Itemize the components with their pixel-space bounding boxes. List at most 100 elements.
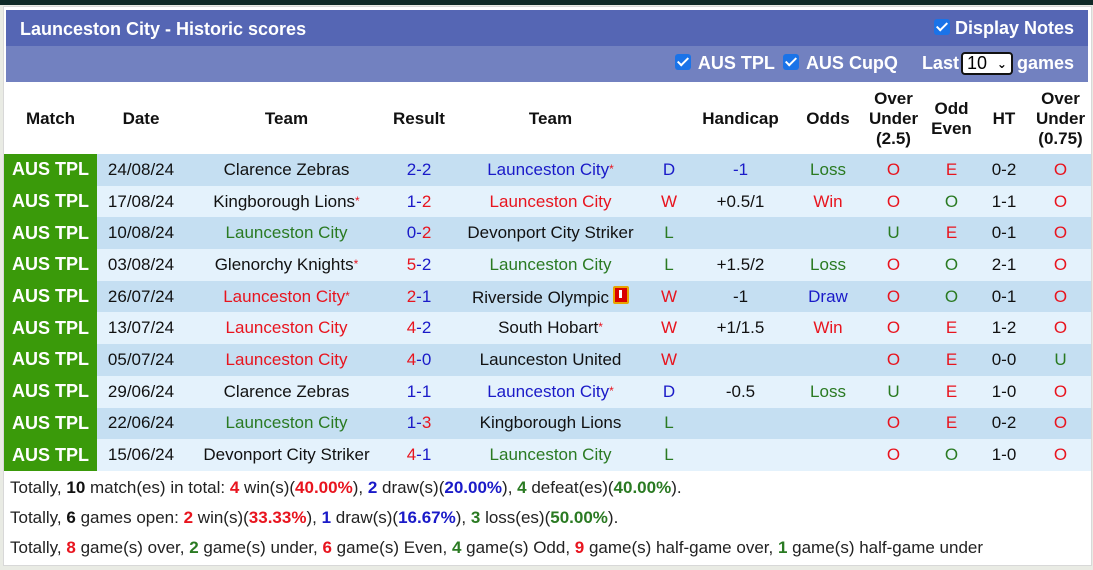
home-team-name[interactable]: Kingborough Lions xyxy=(213,192,355,211)
filter-aus-cupq-label: AUS CupQ xyxy=(805,53,898,73)
league-cell[interactable]: AUS TPL xyxy=(4,439,97,471)
table-row[interactable]: AUS TPL 05/07/24 Launceston City 4-0 Launces… xyxy=(4,344,1091,376)
odd-even-cell: O xyxy=(925,185,978,218)
away-team-cell[interactable]: South Hobart* xyxy=(450,312,651,345)
home-team-cell[interactable]: Launceston City* xyxy=(185,280,388,313)
table-row[interactable]: AUS TPL 15/06/24 Devonport City Striker 4-1… xyxy=(4,439,1091,471)
away-team-name[interactable]: South Hobart xyxy=(498,318,598,337)
display-notes-toggle[interactable]: Display Notes xyxy=(933,18,1074,39)
home-team-name[interactable]: Launceston City xyxy=(226,223,348,242)
home-team-name[interactable]: Launceston City xyxy=(226,318,348,337)
league-cell[interactable]: AUS TPL xyxy=(4,185,97,218)
home-team-name[interactable]: Launceston City xyxy=(223,287,345,306)
league-cell[interactable]: AUS TPL xyxy=(4,344,97,376)
star-icon: * xyxy=(609,161,614,176)
home-team-name[interactable]: Glenorchy Knights xyxy=(215,255,354,274)
league-cell[interactable]: AUS TPL xyxy=(4,407,97,440)
result-cell[interactable]: 5-2 xyxy=(388,249,450,281)
league-cell[interactable]: AUS TPL xyxy=(4,249,97,281)
home-team-name[interactable]: Launceston City xyxy=(226,350,348,369)
away-team-name[interactable]: Kingborough Lions xyxy=(480,413,622,432)
away-team-name[interactable]: Devonport City Striker xyxy=(467,223,633,242)
table-row[interactable]: AUS TPL 13/07/24 Launceston City 4-2 South H… xyxy=(4,312,1091,345)
filter-aus-cupq-checkbox[interactable] xyxy=(782,53,799,70)
league-cell[interactable]: AUS TPL xyxy=(4,217,97,250)
away-team-cell[interactable]: Launceston United xyxy=(450,344,651,376)
table-row[interactable]: AUS TPL 26/07/24 Launceston City* 2-1 Rivers… xyxy=(4,280,1091,313)
date-cell: 05/07/24 xyxy=(97,344,185,376)
result-cell[interactable]: 4-2 xyxy=(388,312,450,345)
win-loss-cell: D xyxy=(651,154,687,186)
home-team-cell[interactable]: Devonport City Striker xyxy=(185,439,388,471)
col-oe-line1: Odd xyxy=(934,98,969,118)
home-team-name[interactable]: Launceston City xyxy=(226,413,348,432)
win-loss-cell: W xyxy=(651,344,687,376)
odds-cell: Win xyxy=(794,312,862,345)
summary-text: game(s) over, xyxy=(75,538,190,557)
filter-aus-tpl-checkbox[interactable] xyxy=(674,53,691,70)
home-team-cell[interactable]: Clarence Zebras xyxy=(185,375,388,408)
league-cell[interactable]: AUS TPL xyxy=(4,375,97,408)
display-notes-checkbox[interactable] xyxy=(933,18,950,35)
summary-text: defeat(es)( xyxy=(526,478,614,497)
home-team-name[interactable]: Clarence Zebras xyxy=(224,382,350,401)
table-row[interactable]: AUS TPL 24/08/24 Clarence Zebras 2-2 Launces… xyxy=(4,154,1091,186)
league-cell[interactable]: AUS TPL xyxy=(4,312,97,345)
last-games-select[interactable]: 10 ⌄ xyxy=(960,52,1013,75)
over-under-25-cell: O xyxy=(862,344,925,376)
away-team-name[interactable]: Riverside Olympic xyxy=(472,288,609,307)
odd-even-cell: O xyxy=(925,280,978,313)
away-team-cell[interactable]: Launceston City xyxy=(450,439,651,471)
score-home: 1 xyxy=(406,191,417,211)
result-cell[interactable]: 2-1 xyxy=(388,280,450,313)
away-team-name[interactable]: Launceston City xyxy=(487,382,609,401)
result-cell[interactable]: 1-1 xyxy=(388,375,450,408)
away-team-name[interactable]: Launceston United xyxy=(480,350,622,369)
table-row[interactable]: AUS TPL 03/08/24 Glenorchy Knights* 5-2 Laun… xyxy=(4,249,1091,281)
home-team-name[interactable]: Clarence Zebras xyxy=(224,160,350,179)
away-team-name[interactable]: Launceston City xyxy=(490,255,612,274)
away-team-cell[interactable]: Kingborough Lions xyxy=(450,407,651,440)
summary-line: Totally, 8 game(s) over, 2 game(s) under… xyxy=(10,537,983,567)
result-cell[interactable]: 1-2 xyxy=(388,185,450,218)
table-row[interactable]: AUS TPL 17/08/24 Kingborough Lions* 1-2 Laun… xyxy=(4,185,1091,218)
odds-cell: Draw xyxy=(794,280,862,313)
away-team-cell[interactable]: Launceston City* xyxy=(450,154,651,186)
score-away: 2 xyxy=(421,223,432,243)
table-row[interactable]: AUS TPL 10/08/24 Launceston City 0-2 Devonpo… xyxy=(4,217,1091,250)
away-team-name[interactable]: Launceston City xyxy=(490,445,612,464)
table-row[interactable]: AUS TPL 22/06/24 Launceston City 1-3 Kingbor… xyxy=(4,407,1091,440)
col-ou075-line2: Under xyxy=(1035,108,1086,128)
home-team-cell[interactable]: Glenorchy Knights* xyxy=(185,249,388,281)
result-cell[interactable]: 1-3 xyxy=(388,407,450,440)
home-team-name[interactable]: Devonport City Striker xyxy=(203,445,369,464)
score-away: 1 xyxy=(421,381,432,401)
away-team-name[interactable]: Launceston City xyxy=(487,160,609,179)
home-team-cell[interactable]: Launceston City xyxy=(185,217,388,250)
league-cell[interactable]: AUS TPL xyxy=(4,280,97,313)
result-cell[interactable]: 4-0 xyxy=(388,344,450,376)
league-cell[interactable]: AUS TPL xyxy=(4,154,97,186)
summary-text: ), xyxy=(502,478,518,497)
away-team-cell[interactable]: Devonport City Striker xyxy=(450,217,651,250)
result-cell[interactable]: 2-2 xyxy=(388,154,450,186)
away-team-cell[interactable]: Launceston City xyxy=(450,185,651,218)
table-row[interactable]: AUS TPL 29/06/24 Clarence Zebras 1-1 Launces… xyxy=(4,375,1091,408)
away-team-cell[interactable]: Launceston City xyxy=(450,249,651,281)
summary-value: 6 xyxy=(322,538,332,557)
result-cell[interactable]: 0-2 xyxy=(388,217,450,250)
title-bar: Launceston City - Historic scores Displa… xyxy=(6,10,1088,46)
home-team-cell[interactable]: Launceston City xyxy=(185,344,388,376)
away-team-cell[interactable]: Launceston City* xyxy=(450,375,651,408)
home-team-cell[interactable]: Clarence Zebras xyxy=(185,154,388,186)
home-team-cell[interactable]: Launceston City xyxy=(185,407,388,440)
summary-text: draw(s)( xyxy=(331,508,399,527)
home-team-cell[interactable]: Kingborough Lions* xyxy=(185,185,388,218)
result-cell[interactable]: 4-1 xyxy=(388,439,450,471)
away-team-cell[interactable]: Riverside Olympic xyxy=(450,280,651,313)
col-wl xyxy=(651,83,687,154)
away-team-name[interactable]: Launceston City xyxy=(490,192,612,211)
home-team-cell[interactable]: Launceston City xyxy=(185,312,388,345)
score-home: 5 xyxy=(406,254,417,274)
date-cell: 13/07/24 xyxy=(97,312,185,345)
